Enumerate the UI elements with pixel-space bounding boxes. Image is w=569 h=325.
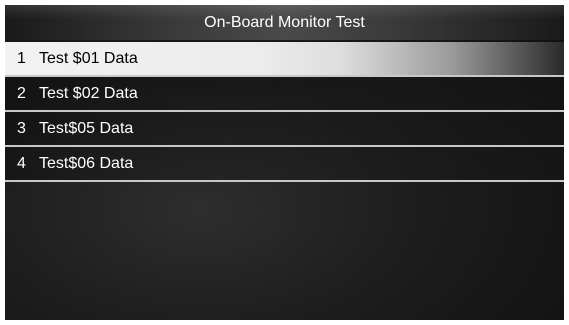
menu-item-label: Test $02 Data bbox=[39, 85, 138, 102]
menu-item-label: Test$05 Data bbox=[39, 120, 134, 137]
menu-item-test-06[interactable]: 4 Test$06 Data bbox=[5, 147, 564, 182]
page-title: On-Board Monitor Test bbox=[5, 5, 564, 40]
menu-item-test-01[interactable]: 1 Test $01 Data bbox=[5, 42, 564, 77]
menu-item-label: Test$06 Data bbox=[39, 155, 134, 172]
menu-item-test-05[interactable]: 3 Test$05 Data bbox=[5, 112, 564, 147]
menu-list: 1 Test $01 Data 2 Test $02 Data 3 Test$05 D… bbox=[5, 42, 564, 182]
menu-item-number: 3 bbox=[17, 120, 26, 137]
menu-item-label: Test $01 Data bbox=[39, 50, 138, 67]
menu-item-number: 4 bbox=[17, 155, 26, 172]
menu-item-number: 1 bbox=[17, 50, 26, 67]
menu-item-number: 2 bbox=[17, 85, 26, 102]
menu-item-test-02[interactable]: 2 Test $02 Data bbox=[5, 77, 564, 112]
device-screen: On-Board Monitor Test 1 Test $01 Data 2 Te… bbox=[5, 5, 564, 320]
